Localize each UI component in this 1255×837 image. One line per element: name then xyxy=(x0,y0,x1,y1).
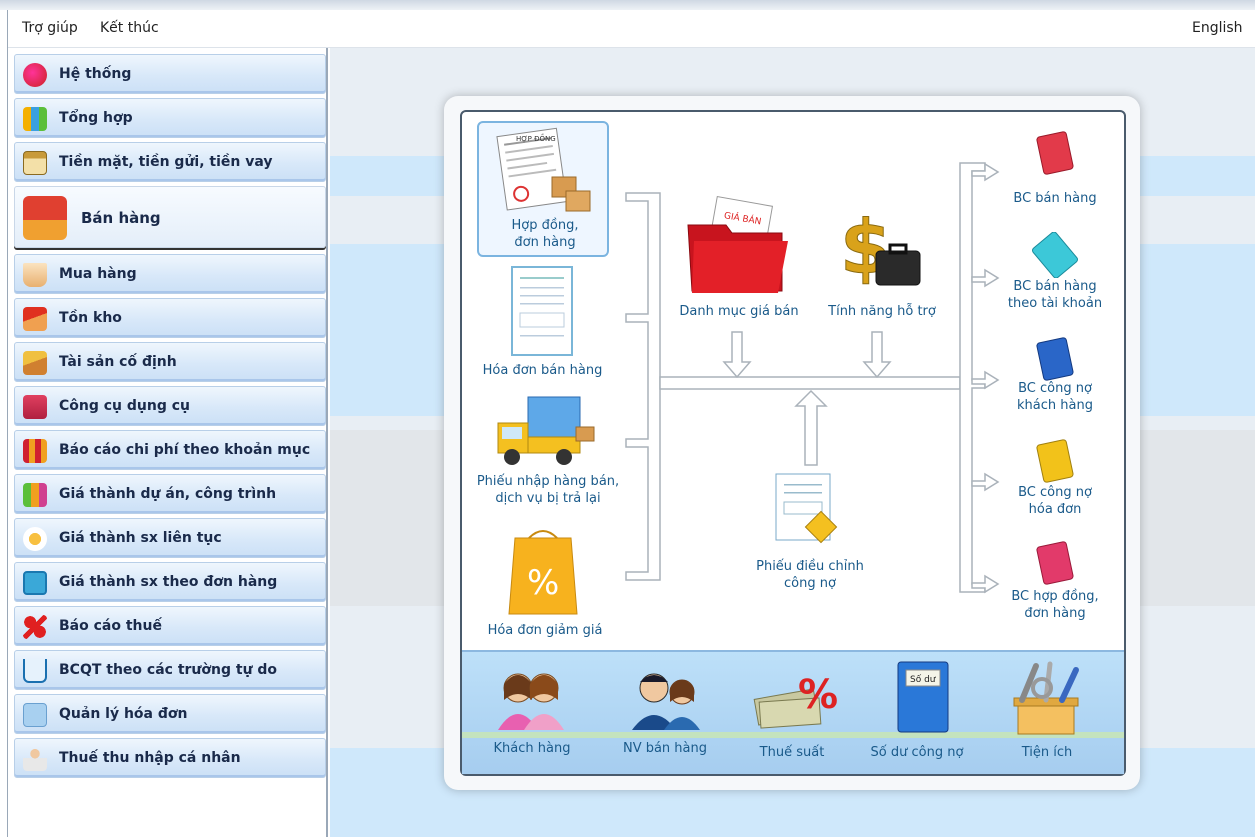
report-invoice-debt-label-1: BC công nợ xyxy=(1018,485,1092,500)
tax-rate-icon: % xyxy=(753,672,838,729)
dollar-briefcase-icon: $ xyxy=(840,205,921,292)
contract-order-label-2: đơn hàng xyxy=(514,235,576,250)
contract-order-label-1: Hợp đồng, xyxy=(511,218,579,233)
tax-rate-button[interactable]: % Thuế suất xyxy=(742,664,842,764)
discount-bag-icon: % xyxy=(508,530,578,615)
sales-return-node[interactable]: Phiếu nhập hàng bán, dịch vụ bị trả lại xyxy=(468,393,628,513)
discount-invoice-label: Hóa đơn giảm giá xyxy=(487,623,603,638)
report-book-cyan-icon xyxy=(1032,231,1078,279)
report-book-red-icon xyxy=(1036,131,1074,175)
sales-return-label-2: dịch vụ bị trả lại xyxy=(495,491,601,506)
invoice-document-icon xyxy=(511,266,573,356)
report-book-yellow-icon xyxy=(1036,439,1074,483)
debt-balance-button[interactable]: Số dư Số dư công nợ xyxy=(858,660,976,764)
debt-adjustment-label-2: công nợ xyxy=(784,576,836,591)
percent-sign-icon: % xyxy=(527,563,559,603)
report-sales-by-account-node[interactable]: BC bán hàng theo tài khoản xyxy=(1000,231,1110,318)
support-features-node[interactable]: $ Tính năng hỗ trợ xyxy=(816,195,948,327)
sales-staff-button[interactable]: NV bán hàng xyxy=(610,664,720,764)
report-contract-order-label-1: BC hợp đồng, xyxy=(1011,589,1099,604)
report-sales-label: BC bán hàng xyxy=(1013,191,1097,206)
report-book-blue-icon xyxy=(1036,337,1074,381)
report-sales-by-account-label-1: BC bán hàng xyxy=(1013,279,1097,294)
utilities-toolbox-icon xyxy=(1013,661,1079,735)
contract-doc-header: HỢP ĐỒNG xyxy=(516,133,556,143)
adjustment-voucher-icon xyxy=(775,473,838,544)
sales-return-label-1: Phiếu nhập hàng bán, xyxy=(476,474,620,489)
customers-label: Khách hàng xyxy=(493,741,571,756)
report-customer-debt-node[interactable]: BC công nợ khách hàng xyxy=(1000,334,1110,422)
sales-invoice-node[interactable]: Hóa đơn bán hàng xyxy=(470,265,615,383)
utilities-button[interactable]: Tiện ích xyxy=(992,660,1102,764)
sales-invoice-label: Hóa đơn bán hàng xyxy=(482,363,603,378)
utilities-label: Tiện ích xyxy=(1021,745,1073,760)
report-invoice-debt-label-2: hóa đơn xyxy=(1028,502,1082,517)
tax-percent-icon: % xyxy=(798,672,838,718)
contract-order-node[interactable]: HỢP ĐỒNG Hợp đồng, đơn hàng xyxy=(490,125,600,253)
report-sales-node[interactable]: BC bán hàng xyxy=(1000,128,1110,212)
report-contract-order-label-2: đơn hàng xyxy=(1024,606,1086,621)
price-list-label: Danh mục giá bán xyxy=(679,304,799,319)
debt-book-label: Số dư xyxy=(910,674,937,685)
support-features-label: Tính năng hỗ trợ xyxy=(828,304,936,319)
report-customer-debt-label-2: khách hàng xyxy=(1017,398,1093,413)
sales-staff-icon xyxy=(632,673,700,730)
customers-button[interactable]: Khách hàng xyxy=(482,664,582,764)
contract-document-icon: HỢP ĐỒNG xyxy=(496,127,591,212)
sales-staff-label: NV bán hàng xyxy=(622,741,708,756)
discount-invoice-node[interactable]: % Hóa đơn giảm giá xyxy=(475,530,615,642)
debt-balance-book-icon: Số dư xyxy=(897,661,949,733)
price-list-folder-icon: GIÁ BÁN xyxy=(687,195,788,293)
report-book-pink-icon xyxy=(1036,541,1074,585)
report-invoice-debt-node[interactable]: BC công nợ hóa đơn xyxy=(1000,438,1110,526)
customers-icon xyxy=(498,673,564,730)
report-sales-by-account-label-2: theo tài khoản xyxy=(1007,296,1103,311)
tax-rate-label: Thuế suất xyxy=(759,745,825,760)
debt-balance-label: Số dư công nợ xyxy=(870,745,964,760)
delivery-truck-icon xyxy=(497,396,595,465)
debt-adjustment-label-1: Phiếu điều chỉnh xyxy=(756,559,864,574)
debt-adjustment-node[interactable]: Phiếu điều chỉnh công nợ xyxy=(740,470,880,598)
report-customer-debt-label-1: BC công nợ xyxy=(1018,381,1092,396)
price-list-node[interactable]: GIÁ BÁN Danh mục giá bán xyxy=(670,195,808,327)
report-contract-order-node[interactable]: BC hợp đồng, đơn hàng xyxy=(1000,538,1110,632)
bottom-toolbar: Khách hàng NV bán hàng % Thuế suất Số dư… xyxy=(462,650,1124,774)
